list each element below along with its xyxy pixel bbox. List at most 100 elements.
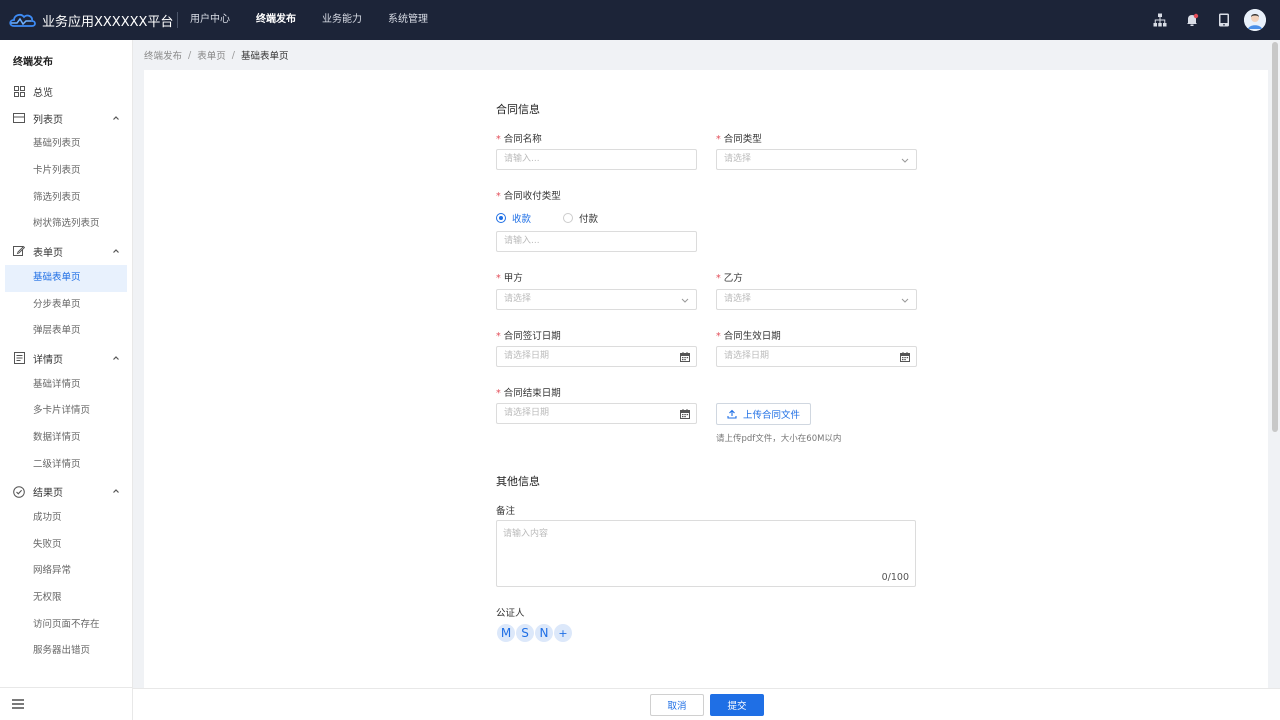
sidebar: 终端发布 总览 列表页 基础列表页 卡片列表页 筛选列表页 树状筛选列表页 表单… — [0, 40, 133, 720]
sidebar-item-basic-form[interactable]: 基础表单页 — [5, 264, 127, 292]
device-icon[interactable] — [1208, 0, 1240, 40]
party-a-select[interactable]: 请选择 — [496, 289, 697, 310]
form-page-icon — [13, 245, 25, 257]
upload-hint: 请上传pdf文件，大小在60M以内 — [716, 434, 842, 444]
list-page-icon — [13, 112, 25, 124]
remark-label: 备注 — [496, 506, 516, 517]
radio-pay[interactable]: 付款 — [563, 211, 598, 225]
sidebar-item-label: 总览 — [33, 87, 53, 99]
sidebar-group-label: 结果页 — [33, 488, 63, 500]
payment-type-label: * 合同收付类型 — [496, 191, 561, 202]
topnav-user-center[interactable]: 用户中心 — [190, 0, 230, 40]
avatar[interactable]: S — [515, 623, 535, 643]
party-b-select[interactable]: 请选择 — [716, 289, 917, 310]
breadcrumb-separator: / — [188, 49, 192, 61]
add-notary-button[interactable]: + — [553, 623, 573, 643]
breadcrumb-item[interactable]: 表单页 — [197, 48, 226, 62]
calendar-icon — [680, 409, 690, 419]
user-avatar[interactable] — [1244, 9, 1266, 31]
chevron-down-icon — [681, 298, 689, 303]
contract-type-label: * 合同类型 — [716, 134, 762, 145]
notary-avatar-group: M S N + — [496, 623, 573, 643]
topnav-business-capability[interactable]: 业务能力 — [322, 0, 362, 40]
sidebar-collapse-toggle[interactable] — [0, 687, 133, 720]
sidebar-item-success[interactable]: 成功页 — [5, 505, 127, 532]
chevron-up-icon — [113, 249, 119, 254]
contract-name-input[interactable]: 请输入... — [496, 149, 697, 170]
chevron-up-icon — [113, 115, 119, 120]
chevron-down-icon — [901, 298, 909, 303]
sidebar-item-multi-card-detail[interactable]: 多卡片详情页 — [5, 398, 127, 425]
breadcrumb-item[interactable]: 终端发布 — [144, 48, 182, 62]
sidebar-item-card-list[interactable]: 卡片列表页 — [5, 158, 127, 185]
avatar[interactable]: M — [496, 623, 516, 643]
chevron-up-icon — [113, 356, 119, 360]
chevron-up-icon — [113, 489, 119, 494]
sidebar-group-list-pages[interactable]: 列表页 — [0, 105, 132, 132]
sidebar-item-tree-filter-list[interactable]: 树状筛选列表页 — [5, 211, 127, 238]
menu-icon — [12, 699, 24, 709]
sidebar-item-secondary-detail[interactable]: 二级详情页 — [5, 452, 127, 479]
effective-date-picker[interactable]: 请选择日期 — [716, 346, 917, 367]
cancel-button[interactable]: 取消 — [650, 694, 704, 716]
app-logo[interactable]: 业务应用XXXXXX平台 — [0, 10, 175, 30]
sitemap-icon[interactable] — [1144, 0, 1176, 40]
upload-contract-button[interactable]: 上传合同文件 — [716, 403, 812, 425]
breadcrumb: 终端发布 / 表单页 / 基础表单页 — [144, 48, 289, 63]
topnav-terminal-publish[interactable]: 终端发布 — [256, 0, 296, 40]
calendar-icon — [680, 352, 690, 362]
sign-date-picker[interactable]: 请选择日期 — [496, 346, 697, 367]
sidebar-item-network-error[interactable]: 网络异常 — [5, 558, 127, 585]
char-count: 0/100 — [881, 572, 909, 583]
header-actions — [1144, 0, 1266, 40]
sidebar-group-form-pages[interactable]: 表单页 — [0, 238, 132, 265]
sidebar-group-label: 表单页 — [33, 247, 63, 259]
page-scrollbar[interactable] — [1272, 42, 1278, 432]
bell-icon[interactable] — [1176, 0, 1208, 40]
sidebar-item-step-form[interactable]: 分步表单页 — [5, 292, 127, 319]
cloud-logo-icon — [9, 13, 36, 27]
top-nav: 用户中心 终端发布 业务能力 系统管理 — [190, 0, 454, 40]
sidebar-item-filter-list[interactable]: 筛选列表页 — [5, 185, 127, 212]
sidebar-item-basic-list[interactable]: 基础列表页 — [5, 131, 127, 158]
notary-label: 公证人 — [496, 608, 525, 619]
sidebar-title: 终端发布 — [13, 57, 53, 68]
sidebar-item-failure[interactable]: 失败页 — [5, 532, 127, 559]
sidebar-group-result-pages[interactable]: 结果页 — [0, 478, 132, 505]
grid-icon — [13, 85, 25, 97]
sidebar-group-label: 详情页 — [33, 354, 63, 366]
sidebar-item-overview[interactable]: 总览 — [0, 78, 132, 105]
section-title-contract-info: 合同信息 — [496, 103, 540, 116]
detail-page-icon — [13, 352, 25, 365]
sidebar-item-data-detail[interactable]: 数据详情页 — [5, 425, 127, 452]
payment-type-input[interactable]: 请输入... — [496, 231, 697, 252]
submit-button[interactable]: 提交 — [710, 694, 764, 716]
sidebar-item-no-permission[interactable]: 无权限 — [5, 585, 127, 612]
contract-type-select[interactable]: 请选择 — [716, 149, 917, 170]
topnav-system-management[interactable]: 系统管理 — [388, 0, 428, 40]
end-date-picker[interactable]: 请选择日期 — [496, 403, 697, 424]
breadcrumb-separator: / — [231, 49, 235, 61]
sidebar-item-not-found[interactable]: 访问页面不存在 — [5, 612, 127, 639]
chevron-down-icon — [901, 158, 909, 163]
radio-dot — [496, 213, 506, 223]
section-title-other-info: 其他信息 — [496, 475, 540, 488]
sidebar-group-detail-pages[interactable]: 详情页 — [0, 345, 132, 372]
contract-name-label: * 合同名称 — [496, 134, 542, 145]
result-page-icon — [13, 485, 25, 498]
radio-receive[interactable]: 收款 — [496, 211, 531, 225]
top-header: 业务应用XXXXXX平台 用户中心 终端发布 业务能力 系统管理 — [0, 0, 1280, 40]
breadcrumb-current: 基础表单页 — [240, 51, 289, 62]
calendar-icon — [900, 352, 910, 362]
sidebar-item-server-error[interactable]: 服务器出错页 — [5, 638, 127, 665]
sidebar-item-dialog-form[interactable]: 弹层表单页 — [5, 318, 127, 345]
radio-dot — [563, 213, 574, 223]
remark-textarea[interactable]: 请输入内容 0/100 — [496, 520, 916, 587]
sidebar-item-basic-detail[interactable]: 基础详情页 — [5, 372, 127, 399]
app-title: 业务应用XXXXXX平台 — [42, 14, 174, 30]
effective-date-label: * 合同生效日期 — [716, 331, 781, 342]
form-card: 合同信息 * 合同名称 请输入... * 合同类型 请选择 * 合同收付类型 收款 付… — [144, 70, 1268, 688]
party-a-label: * 甲方 — [496, 273, 523, 284]
avatar[interactable]: N — [534, 623, 554, 643]
party-b-label: * 乙方 — [716, 273, 743, 284]
